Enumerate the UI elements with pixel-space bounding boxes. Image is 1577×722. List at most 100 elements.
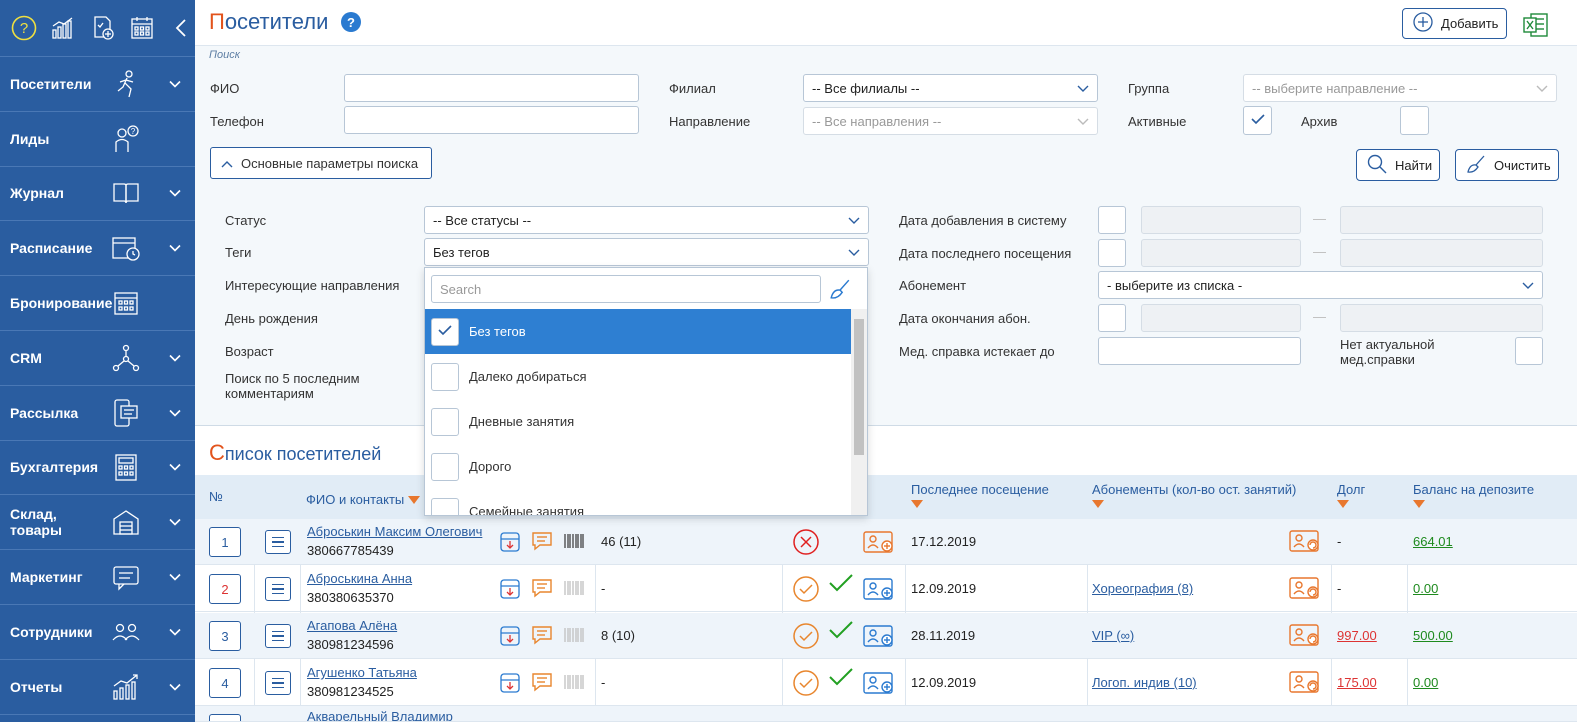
dropdown-option[interactable]: Дорого [425, 444, 852, 489]
debt-value[interactable]: 997.00 [1337, 628, 1377, 643]
dropdown-scrollbar[interactable] [851, 309, 867, 515]
collapse-chevron-icon[interactable] [168, 14, 195, 42]
table-row[interactable]: 1 Аброськин Максим Олегович 380667785439… [195, 519, 1577, 565]
user-card-refresh-icon[interactable] [1288, 528, 1322, 557]
last-visit-checkbox[interactable] [1098, 239, 1126, 267]
check-circle-icon[interactable] [792, 622, 820, 653]
add-user-card-icon[interactable] [862, 576, 896, 605]
tags-select[interactable]: Без тегов [424, 238, 869, 266]
table-row[interactable]: 4 Агушенко Татьяна 380981234525 - 12.09.… [195, 660, 1577, 706]
add-user-card-icon[interactable] [862, 670, 896, 699]
col-balance[interactable]: Баланс на депозите [1413, 482, 1534, 508]
visitor-name[interactable]: Агушенко Татьяна [307, 665, 417, 680]
sidebar-item-schedule[interactable]: Расписание [0, 221, 195, 277]
balance-value[interactable]: 0.00 [1413, 675, 1438, 690]
date-added-to[interactable] [1340, 206, 1543, 234]
barcode-icon[interactable] [562, 624, 586, 649]
fio-input[interactable] [344, 74, 639, 102]
last-visit-from[interactable] [1141, 239, 1301, 267]
date-added-from[interactable] [1141, 206, 1301, 234]
col-subs[interactable]: Абонементы (кол-во ост. занятий) [1092, 482, 1296, 508]
visitor-name[interactable]: Акварельный Владимир [307, 709, 453, 721]
sidebar-item-reports[interactable]: Отчеты [0, 660, 195, 715]
branch-select[interactable]: -- Все филиалы -- [803, 74, 1098, 102]
visitor-name[interactable]: Агапова Алёна [307, 618, 397, 633]
barcode-icon[interactable] [562, 577, 586, 602]
status-select[interactable]: -- Все статусы -- [424, 206, 869, 234]
col-last-visit[interactable]: Последнее посещение [911, 482, 1049, 508]
stats-chart-icon[interactable] [49, 14, 76, 42]
dropdown-option[interactable]: Далеко добираться [425, 354, 852, 399]
row-number[interactable]: 4 [209, 668, 241, 698]
table-row[interactable]: 3 Агапова Алёна 380981234596 8 (10) 28.1… [195, 613, 1577, 659]
check-circle-icon[interactable] [792, 575, 820, 606]
sidebar-item-leads[interactable]: Лиды ? [0, 112, 195, 167]
inbox-icon[interactable] [499, 531, 521, 556]
row-menu-button[interactable] [265, 530, 291, 554]
row-number[interactable]: 1 [209, 527, 241, 557]
sub-end-checkbox[interactable] [1098, 304, 1126, 332]
check-circle-icon[interactable] [792, 669, 820, 700]
broom-icon[interactable] [829, 278, 851, 303]
user-card-refresh-icon[interactable] [1288, 669, 1322, 698]
add-button[interactable]: Добавить [1402, 8, 1507, 39]
sidebar-item-crm[interactable]: CRM [0, 331, 195, 386]
user-card-refresh-icon[interactable] [1288, 575, 1322, 604]
scroll-thumb[interactable] [854, 319, 864, 455]
debt-value[interactable]: 175.00 [1337, 675, 1377, 690]
comment-icon[interactable] [531, 530, 553, 555]
add-user-card-icon[interactable] [862, 529, 896, 558]
row-menu-button[interactable] [265, 671, 291, 695]
sidebar-item-journal[interactable]: Журнал [0, 167, 195, 222]
balance-value[interactable]: 0.00 [1413, 581, 1438, 596]
sidebar-item-booking[interactable]: Бронирование [0, 276, 195, 331]
help-circle-icon[interactable]: ? [10, 14, 37, 42]
excel-icon[interactable] [1523, 12, 1549, 41]
balance-value[interactable]: 664.01 [1413, 534, 1453, 549]
phone-input[interactable] [344, 106, 639, 134]
med-date-input[interactable] [1098, 337, 1301, 365]
no-med-checkbox[interactable] [1515, 337, 1543, 365]
clear-button[interactable]: Очистить [1455, 149, 1559, 181]
barcode-icon[interactable] [562, 530, 586, 555]
subscription-link[interactable]: Хореография (8) [1092, 581, 1193, 596]
sidebar-item-staff[interactable]: Сотрудники [0, 605, 195, 660]
row-menu-button[interactable] [265, 624, 291, 648]
date-added-checkbox[interactable] [1098, 206, 1126, 234]
subscription-select[interactable]: - выберите из списка - [1098, 271, 1543, 299]
last-visit-to[interactable] [1340, 239, 1543, 267]
sidebar-item-mailing[interactable]: Рассылка [0, 386, 195, 441]
comment-icon[interactable] [531, 577, 553, 602]
x-circle-icon[interactable] [792, 528, 820, 559]
sidebar-item-marketing[interactable]: Маркетинг [0, 550, 195, 605]
dropdown-option[interactable]: Семейные занятия [425, 489, 852, 515]
sidebar-item-warehouse[interactable]: Склад, товары [0, 495, 195, 551]
balance-value[interactable]: 500.00 [1413, 628, 1453, 643]
row-number[interactable] [209, 714, 241, 721]
archive-checkbox[interactable] [1400, 106, 1429, 135]
active-checkbox[interactable] [1243, 106, 1272, 135]
find-button[interactable]: Найти [1356, 149, 1440, 181]
row-number[interactable]: 2 [209, 574, 241, 604]
calendar-icon[interactable] [128, 14, 155, 42]
visitor-name[interactable]: Аброськина Анна [307, 571, 412, 586]
dropdown-option[interactable]: Дневные занятия [425, 399, 852, 444]
comment-icon[interactable] [531, 624, 553, 649]
dropdown-search-input[interactable]: Search [431, 275, 821, 303]
sidebar-item-accounting[interactable]: Бухгалтерия [0, 441, 195, 496]
inbox-icon[interactable] [499, 625, 521, 650]
row-number[interactable]: 3 [209, 621, 241, 651]
table-row[interactable]: Акварельный Владимир [195, 706, 1577, 722]
row-menu-button[interactable] [265, 577, 291, 601]
barcode-icon[interactable] [562, 671, 586, 696]
group-select[interactable]: -- выберите направление -- [1243, 74, 1557, 102]
sub-end-to[interactable] [1340, 304, 1543, 332]
inbox-icon[interactable] [499, 672, 521, 697]
add-user-card-icon[interactable] [862, 623, 896, 652]
sidebar-item-visitors[interactable]: Посетители [0, 57, 195, 112]
comment-icon[interactable] [531, 671, 553, 696]
add-document-icon[interactable] [89, 14, 116, 42]
direction-select[interactable]: -- Все направления -- [803, 107, 1098, 135]
help-badge[interactable]: ? [341, 12, 361, 32]
dropdown-option[interactable]: Без тегов [425, 309, 852, 354]
